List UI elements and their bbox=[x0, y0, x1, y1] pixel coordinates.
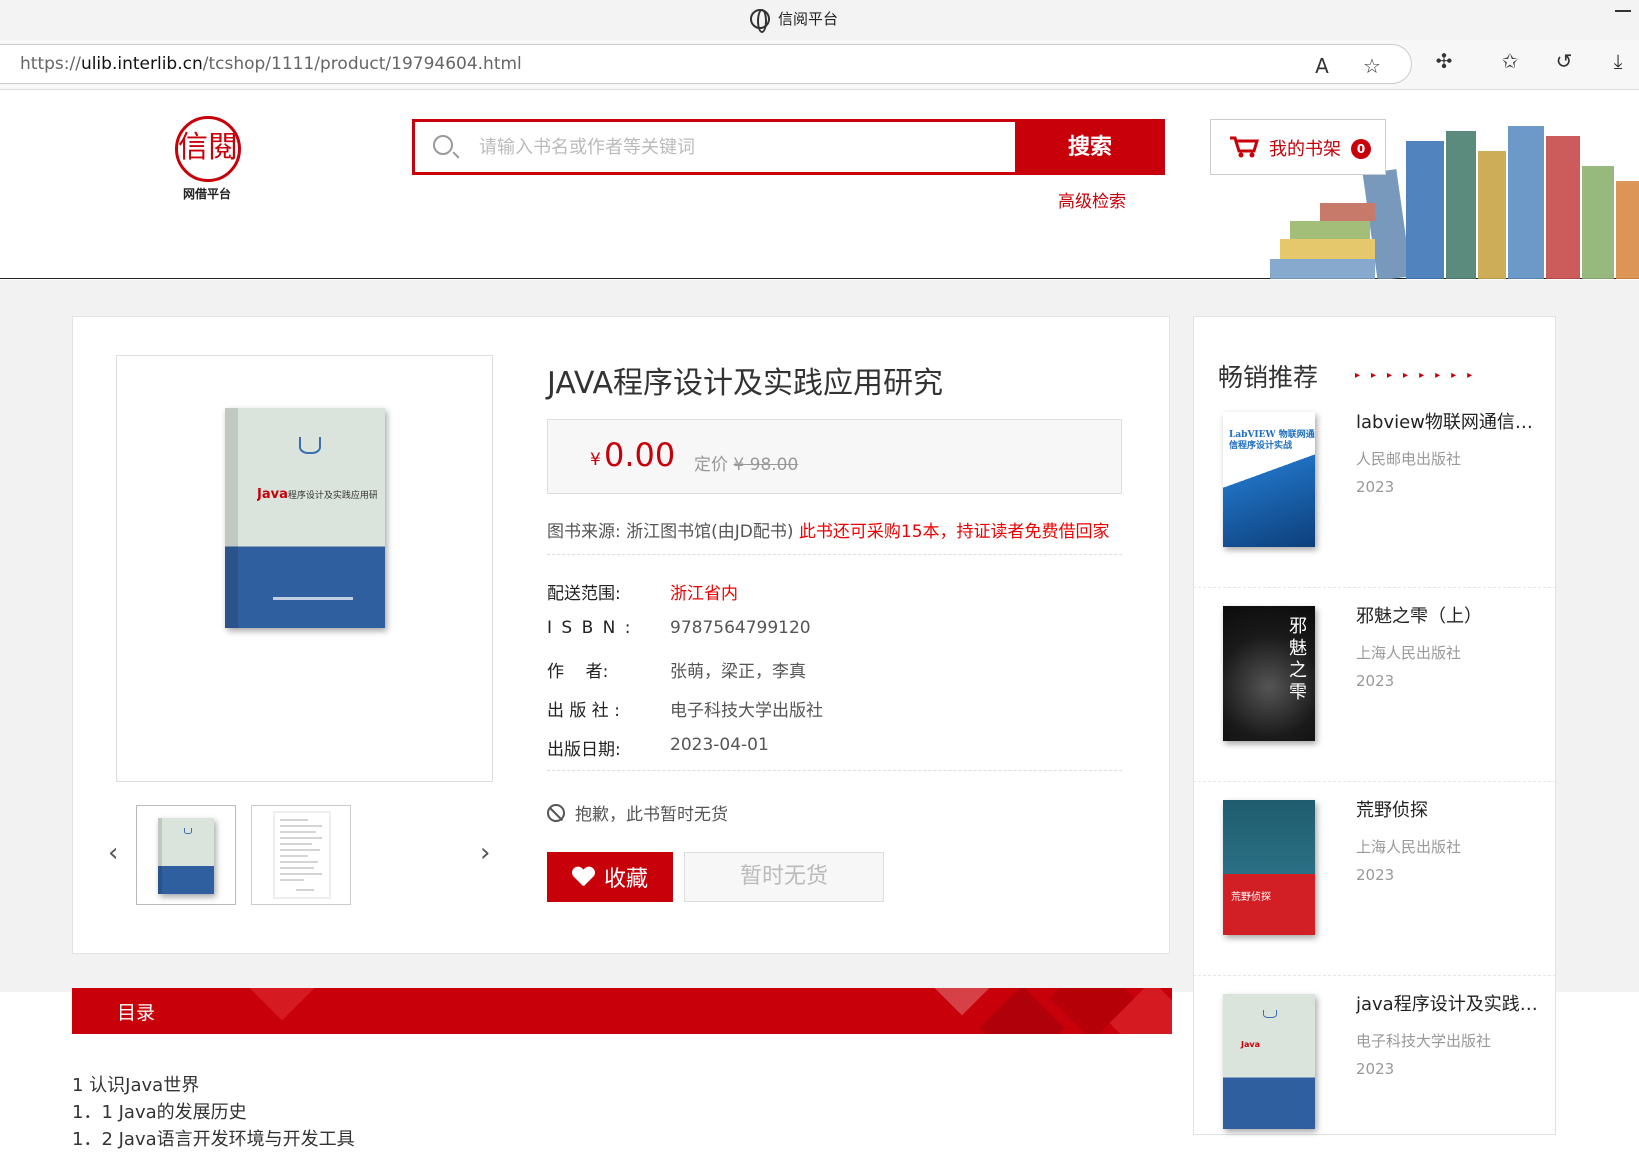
sidebar-title: 畅销推荐 bbox=[1218, 363, 1319, 392]
divider bbox=[547, 770, 1122, 771]
cart-icon bbox=[1230, 136, 1259, 158]
extensions-icon[interactable]: ✣ bbox=[1432, 49, 1456, 73]
site-header: 信閱 网借平台 搜索 高级检索 我的书架 0 bbox=[0, 91, 1639, 279]
thumbnail-toc-page[interactable] bbox=[251, 805, 351, 905]
recommendation-publisher: 电子科技大学出版社 bbox=[1356, 1032, 1492, 1050]
divider bbox=[547, 554, 1122, 555]
field-label-author: 作 者: bbox=[547, 662, 609, 682]
cover-text: LabVIEW 物联网通信程序设计实战 bbox=[1229, 430, 1315, 451]
thumb-next-arrow[interactable]: › bbox=[480, 838, 490, 868]
thumb-prev-arrow[interactable]: ‹ bbox=[108, 838, 118, 868]
field-value-pubdate: 2023-04-01 bbox=[670, 735, 769, 755]
sidebar-title-decoration: ▸▸▸▸▸▸▸▸ bbox=[1355, 370, 1484, 381]
recommendation-title[interactable]: 荒野侦探 bbox=[1356, 796, 1548, 822]
minimize-button[interactable] bbox=[1615, 10, 1631, 20]
cover-java-text: Java bbox=[257, 487, 288, 503]
recommendation-cover: 邪魅之雫 bbox=[1223, 606, 1315, 741]
list-price: 定价 ¥ 98.00 bbox=[694, 450, 798, 475]
browser-titlebar: 信阅平台 bbox=[0, 0, 1639, 40]
recommendation-title[interactable]: 邪魅之雫（上） bbox=[1356, 602, 1548, 628]
main-cover-image[interactable]: Java程序设计及实践应用研究 bbox=[116, 355, 493, 782]
recommendation-item[interactable]: LabVIEW 物联网通信程序设计实战 labview物联网通信程... 人民邮… bbox=[1193, 394, 1556, 588]
cover-title-text: 程序设计及实践应用研究 bbox=[287, 491, 377, 502]
url-prefix: https:// bbox=[20, 54, 81, 74]
java-cup-icon bbox=[298, 436, 321, 455]
window-title: 信阅平台 bbox=[750, 8, 839, 33]
toc-line: 1．1 Java的发展历史 bbox=[72, 1102, 247, 1123]
search-box bbox=[412, 119, 1018, 175]
field-value-delivery: 浙江省内 bbox=[670, 584, 738, 604]
recommendation-item[interactable]: 邪魅之雫 邪魅之雫（上） 上海人民出版社 2023 bbox=[1193, 588, 1556, 782]
download-icon[interactable]: ⤓ bbox=[1606, 49, 1630, 73]
recommendation-publisher: 上海人民出版社 bbox=[1356, 838, 1462, 856]
recommendation-item[interactable]: 荒野侦探 荒野侦探 上海人民出版社 2023 bbox=[1193, 782, 1556, 976]
logo-subtitle: 网借平台 bbox=[183, 187, 232, 201]
favorite-button-label: 收藏 bbox=[603, 866, 648, 891]
toc-header-bar: 目录 bbox=[72, 988, 1172, 1034]
field-value-author: 张萌，梁正，李真 bbox=[670, 662, 806, 682]
field-label-publisher: 出 版 社 : bbox=[547, 701, 620, 721]
field-label-delivery: 配送范围: bbox=[547, 584, 621, 604]
thumbnail-cover[interactable] bbox=[136, 805, 236, 905]
source-note: 此书还可采购15本，持证读者免费借回家 bbox=[798, 522, 1110, 542]
recommendation-title[interactable]: java程序设计及实践应... bbox=[1356, 990, 1548, 1016]
cover-text: Java bbox=[1241, 1040, 1260, 1049]
search-icon bbox=[433, 135, 453, 155]
list-price-value: ¥ 98.00 bbox=[733, 455, 799, 475]
recommendation-cover: Java bbox=[1223, 994, 1315, 1129]
recommendation-year: 2023 bbox=[1356, 1060, 1395, 1078]
favorite-button[interactable]: 收藏 bbox=[547, 852, 673, 902]
history-icon[interactable]: ↺ bbox=[1552, 49, 1576, 73]
toc-line: 1．2 Java语言开发环境与开发工具 bbox=[72, 1129, 355, 1150]
favorite-star-icon[interactable]: ☆ bbox=[1360, 54, 1384, 78]
book-cover: Java程序设计及实践应用研究 bbox=[225, 408, 385, 628]
heart-icon bbox=[572, 867, 594, 887]
unavailable-icon bbox=[547, 803, 565, 822]
recommendation-title[interactable]: labview物联网通信程... bbox=[1356, 408, 1548, 434]
recommendation-publisher: 人民邮电出版社 bbox=[1356, 450, 1462, 468]
toc-line: 1 认识Java世界 bbox=[72, 1075, 200, 1096]
current-price: 0.00 bbox=[604, 436, 676, 474]
site-logo[interactable]: 信閱 bbox=[175, 116, 241, 182]
field-value-isbn: 9787564799120 bbox=[670, 618, 811, 638]
cover-text: 邪魅之雫 bbox=[1289, 616, 1307, 703]
favorites-icon[interactable]: ✩ bbox=[1498, 49, 1522, 73]
stock-status: 抱歉，此书暂时无货 bbox=[547, 800, 728, 825]
stock-text: 抱歉，此书暂时无货 bbox=[575, 805, 728, 825]
unavailable-button: 暂时无货 bbox=[684, 852, 884, 902]
recommendation-year: 2023 bbox=[1356, 478, 1395, 496]
book-title: JAVA程序设计及实践应用研究 bbox=[547, 366, 944, 401]
search-input[interactable] bbox=[479, 132, 999, 162]
cover-text: 荒野侦探 bbox=[1231, 892, 1271, 903]
price-box: ¥ 0.00 定价 ¥ 98.00 bbox=[547, 419, 1122, 494]
list-price-label: 定价 bbox=[694, 455, 728, 475]
browser-toolbar: https://ulib.interlib.cn/tcshop/1111/pro… bbox=[0, 40, 1639, 90]
recommendation-year: 2023 bbox=[1356, 672, 1395, 690]
url-host: ulib.interlib.cn bbox=[80, 54, 203, 74]
my-bookshelf-button[interactable]: 我的书架 0 bbox=[1210, 119, 1386, 175]
search-button[interactable]: 搜索 bbox=[1015, 119, 1165, 175]
field-label-isbn: I S B N : bbox=[547, 618, 633, 638]
bookshelf-label: 我的书架 bbox=[1269, 139, 1341, 160]
recommendation-year: 2023 bbox=[1356, 866, 1395, 884]
recommendation-publisher: 上海人民出版社 bbox=[1356, 644, 1462, 662]
globe-icon bbox=[750, 8, 770, 33]
window-title-text: 信阅平台 bbox=[778, 10, 839, 28]
recommendation-cover: 荒野侦探 bbox=[1223, 800, 1315, 935]
address-bar[interactable]: https://ulib.interlib.cn/tcshop/1111/pro… bbox=[0, 44, 1412, 84]
url-path: /tcshop/1111/product/19794604.html bbox=[202, 54, 522, 74]
advanced-search-link[interactable]: 高级检索 bbox=[1058, 187, 1126, 212]
recommendation-item[interactable]: Java java程序设计及实践应... 电子科技大学出版社 2023 bbox=[1193, 976, 1556, 1170]
recommendation-cover: LabVIEW 物联网通信程序设计实战 bbox=[1223, 412, 1315, 547]
bookshelf-count-badge: 0 bbox=[1351, 139, 1371, 159]
read-aloud-icon[interactable]: A bbox=[1310, 54, 1334, 78]
toc-title: 目录 bbox=[117, 1002, 156, 1024]
currency-symbol: ¥ bbox=[590, 450, 601, 470]
book-source: 图书来源: 浙江图书馆(由JD配书) 此书还可采购15本，持证读者免费借回家 bbox=[547, 517, 1110, 542]
source-label: 图书来源: 浙江图书馆(由JD配书) bbox=[547, 522, 794, 542]
field-label-pubdate: 出版日期: bbox=[547, 740, 621, 760]
url-text[interactable]: https://ulib.interlib.cn/tcshop/1111/pro… bbox=[20, 54, 522, 74]
toc-page-preview bbox=[273, 811, 331, 899]
field-value-publisher: 电子科技大学出版社 bbox=[670, 701, 823, 721]
